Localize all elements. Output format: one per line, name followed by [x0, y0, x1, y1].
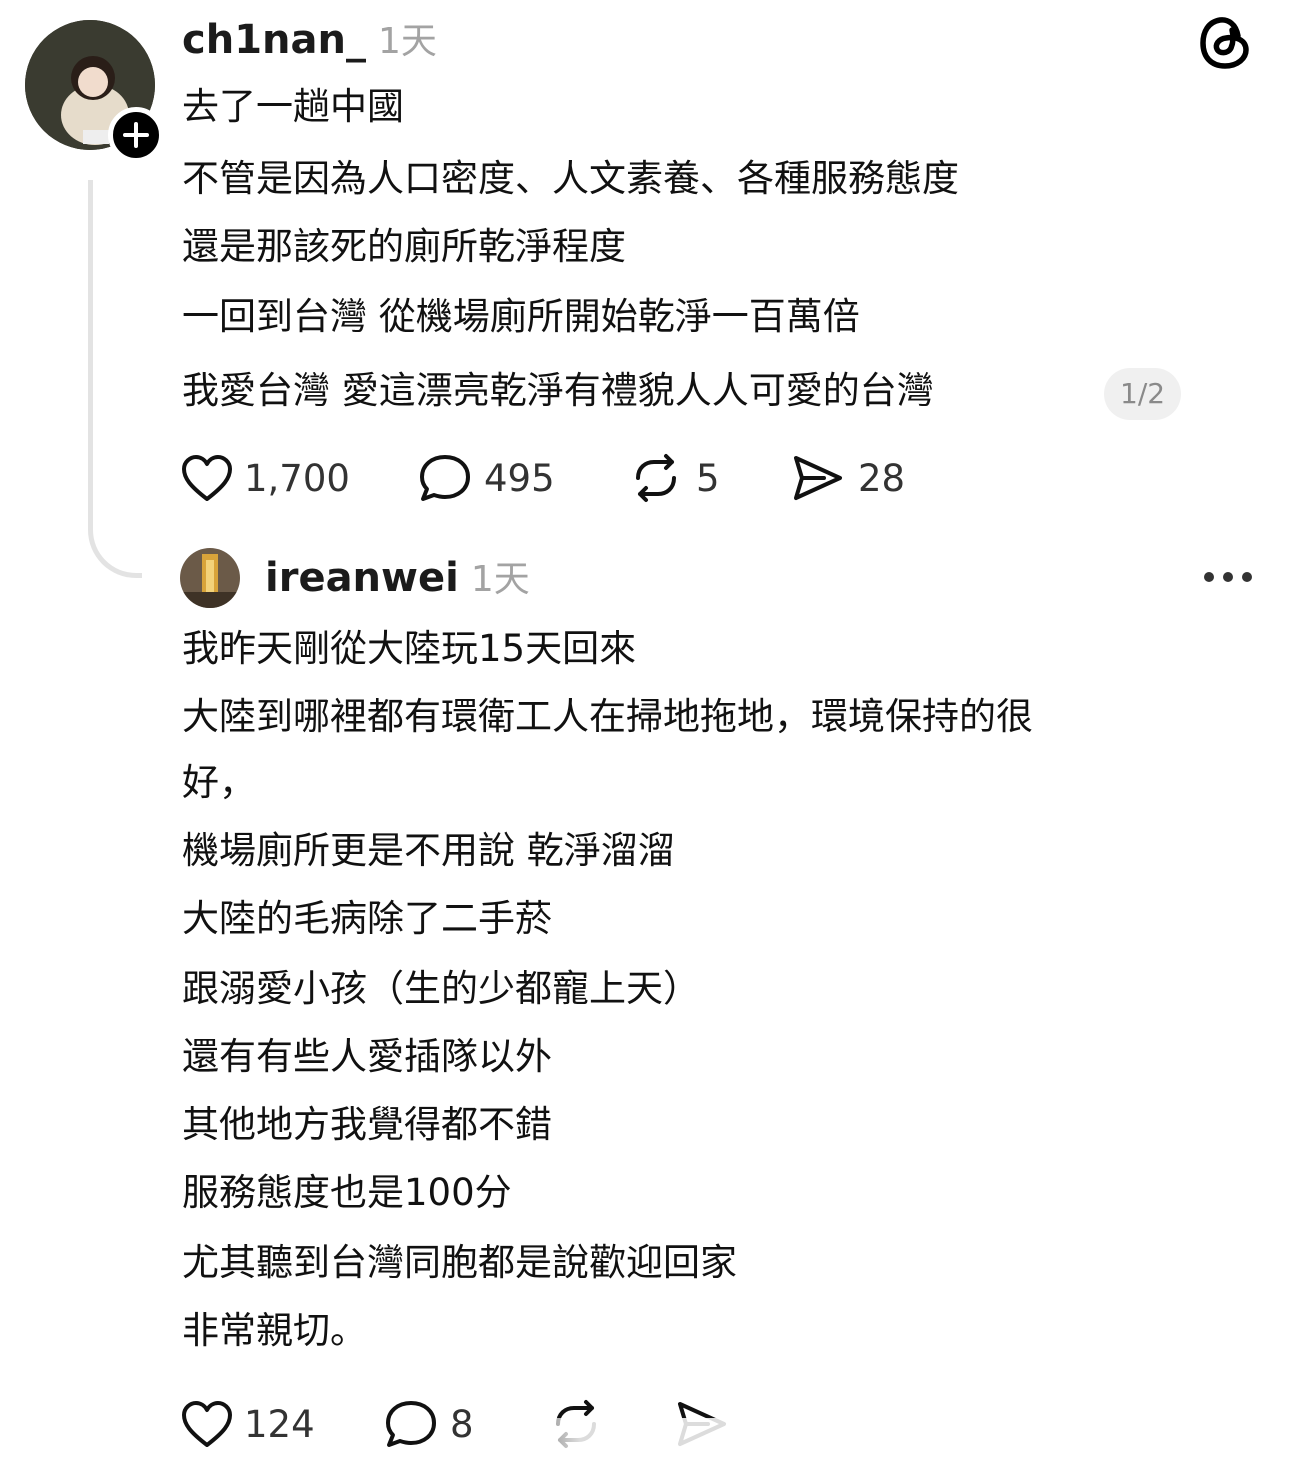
post-like-button[interactable]: 1,700 [180, 452, 350, 504]
post-line: 去了一趟中國 [182, 85, 404, 128]
reply-avatar[interactable] [180, 548, 240, 608]
page-indicator-wrap: 1/2 [1104, 368, 1182, 420]
post-share-button[interactable]: 28 [790, 452, 905, 504]
reply-line: 大陸的毛病除了二手菸 [182, 897, 552, 940]
post-line: 一回到台灣 從機場廁所開始乾淨一百萬倍 [182, 295, 860, 338]
post-share-count: 28 [858, 456, 906, 500]
post-line: 還是那該死的廁所乾淨程度 [182, 225, 626, 268]
post-like-count: 1,700 [244, 456, 350, 500]
reply-comment-count: 8 [450, 1402, 474, 1446]
more-dots-icon [1204, 572, 1252, 582]
bottom-fade-overlay [480, 1418, 810, 1478]
post-username[interactable]: ch1nan_ [182, 17, 366, 63]
post-repost-count: 5 [696, 456, 720, 500]
reply-line: 非常親切。 [182, 1309, 367, 1352]
plus-icon [123, 122, 149, 148]
threads-logo-icon[interactable] [1198, 12, 1254, 72]
reply-comment-button[interactable]: 8 [384, 1398, 474, 1450]
reply-header: ireanwei 1天 [265, 550, 530, 606]
reply-line: 跟溺愛小孩（生的少都寵上天） [182, 967, 700, 1010]
reply-line: 其他地方我覺得都不錯 [182, 1103, 552, 1146]
post-header: ch1nan_ 1天 [182, 14, 437, 66]
heart-icon [182, 1401, 232, 1447]
reply-like-count: 124 [244, 1402, 315, 1446]
comment-bubble-icon [420, 455, 470, 501]
post-comment-count: 495 [484, 456, 555, 500]
reply-line: 我昨天剛從大陸玩15天回來 [182, 627, 637, 670]
thread-connector-line [88, 180, 142, 578]
reply-line: 尤其聽到台灣同胞都是說歡迎回家 [182, 1241, 737, 1284]
heart-icon [182, 455, 232, 501]
reply-time: 1天 [470, 559, 530, 600]
follow-button[interactable] [108, 107, 164, 163]
reply-line: 大陸到哪裡都有環衛工人在掃地拖地，環境保持的很 [182, 695, 1033, 738]
reply-line: 機場廁所更是不用說 乾淨溜溜 [182, 829, 675, 872]
more-options-button[interactable] [1200, 566, 1256, 588]
reply-line: 好， [182, 761, 256, 804]
reply-like-button[interactable]: 124 [180, 1398, 315, 1450]
reply-username[interactable]: ireanwei [265, 555, 459, 601]
post-repost-button[interactable]: 5 [628, 452, 720, 504]
post-line: 不管是因為人口密度、人文素養、各種服務態度 [182, 157, 959, 200]
comment-bubble-icon [386, 1401, 436, 1447]
send-icon [794, 456, 842, 500]
post-time: 1天 [377, 21, 437, 62]
reply-line: 服務態度也是100分 [182, 1171, 512, 1214]
post-comment-button[interactable]: 495 [418, 452, 555, 504]
page-indicator[interactable]: 1/2 [1104, 368, 1182, 420]
post-line: 我愛台灣 愛這漂亮乾淨有禮貌人人可愛的台灣 [182, 369, 934, 412]
repost-icon [636, 454, 676, 502]
reply-line: 還有有些人愛插隊以外 [182, 1035, 552, 1078]
